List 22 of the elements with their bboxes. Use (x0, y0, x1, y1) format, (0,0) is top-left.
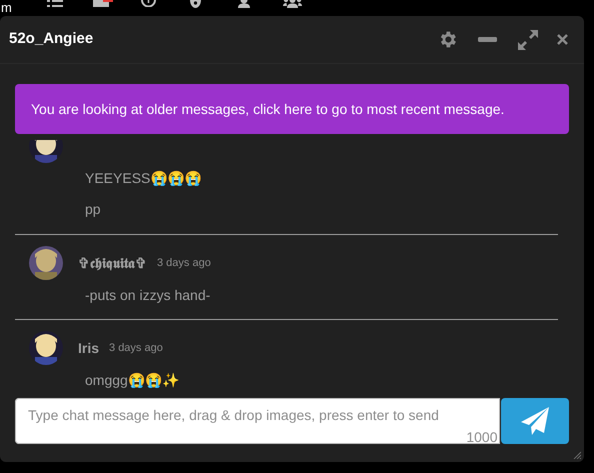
message-time: 3 days ago (157, 256, 211, 271)
message-text: -puts on izzys hand- (85, 286, 210, 305)
message-text: YEEYESS😭😭😭 (85, 169, 202, 188)
message-time: 3 days ago (109, 340, 163, 356)
sender-name: Iris (78, 338, 100, 358)
close-icon[interactable] (557, 34, 568, 45)
sender-name: ✞𝖈𝖍𝖎𝖖𝖚𝖎𝖙𝖆✞ (78, 254, 147, 272)
character-counter: 1000 (466, 430, 498, 444)
inbox-icon[interactable] (93, 0, 115, 8)
message-text: omggg😭😭✨ (85, 371, 179, 390)
brand-text: m (1, 1, 12, 14)
send-button[interactable] (500, 398, 569, 444)
list-icon[interactable] (47, 0, 63, 8)
expand-icon[interactable] (518, 30, 538, 50)
clock-icon[interactable] (141, 0, 156, 7)
resize-grip-icon[interactable] (573, 451, 581, 459)
user-icon[interactable] (237, 0, 251, 8)
users-icon[interactable] (283, 0, 302, 8)
send-icon (520, 406, 550, 436)
older-messages-banner[interactable]: You are looking at older messages, click here to go to most recent message. (15, 84, 569, 134)
message-text: pp (85, 200, 101, 219)
window-title: 52o_Angiee (9, 29, 94, 50)
